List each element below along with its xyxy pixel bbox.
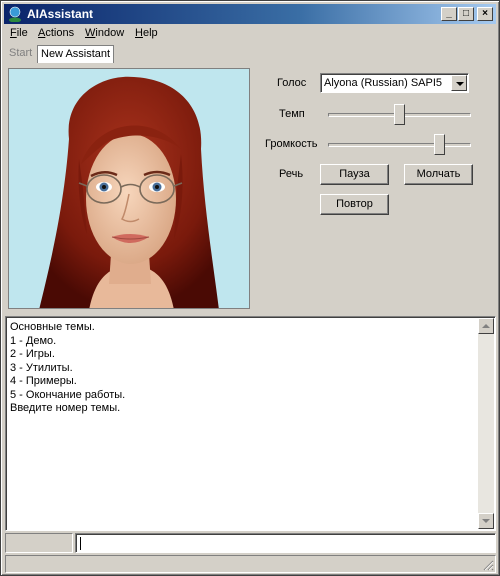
chevron-down-icon[interactable]	[451, 75, 467, 91]
close-icon: ×	[482, 8, 488, 19]
menu-bar: File Actions Window Help	[4, 25, 496, 43]
output-line: 4 - Примеры.	[10, 375, 77, 387]
title-bar[interactable]: AIAssistant _ □ ×	[4, 4, 496, 24]
scroll-down-icon[interactable]	[478, 513, 494, 529]
female-avatar-icon	[39, 76, 219, 308]
minimize-icon: _	[446, 8, 452, 19]
menu-file[interactable]: File	[10, 27, 28, 39]
avatar-panel	[8, 68, 250, 309]
rate-label: Темп	[279, 108, 305, 120]
menu-actions[interactable]: Actions	[38, 27, 74, 39]
volume-slider-track[interactable]	[328, 143, 471, 147]
output-text-area[interactable]: Основные темы. 1 - Демо. 2 - Игры. 3 - У…	[5, 316, 496, 531]
output-line: Введите номер темы.	[10, 402, 121, 414]
voice-select[interactable]: Alyona (Russian) SAPI5	[320, 73, 469, 93]
menu-help[interactable]: Help	[135, 27, 158, 39]
output-line: 2 - Игры.	[10, 348, 55, 360]
repeat-button[interactable]: Повтор	[320, 194, 389, 215]
mute-button[interactable]: Молчать	[404, 164, 473, 185]
input-status-panel	[5, 533, 73, 553]
output-lines: Основные темы. 1 - Демо. 2 - Игры. 3 - У…	[10, 321, 125, 416]
vertical-scrollbar[interactable]	[478, 318, 494, 529]
resize-grip-icon[interactable]	[482, 559, 494, 571]
rate-slider-thumb[interactable]	[394, 104, 405, 125]
output-line: 5 - Окончание работы.	[10, 388, 126, 401]
menu-window[interactable]: Window	[85, 27, 124, 39]
status-bar	[5, 555, 496, 573]
app-icon	[9, 6, 21, 22]
output-line: 3 - Утилиты.	[10, 361, 73, 374]
voice-label: Голос	[277, 77, 307, 89]
volume-label: Громкость	[265, 138, 318, 150]
maximize-icon: □	[462, 8, 470, 19]
volume-slider-thumb[interactable]	[433, 134, 445, 155]
window-title: AIAssistant	[27, 7, 94, 21]
voice-select-value: Alyona (Russian) SAPI5	[324, 77, 442, 89]
minimize-button[interactable]: _	[441, 7, 457, 21]
input-bar	[5, 533, 496, 553]
pause-button[interactable]: Пауза	[320, 164, 389, 185]
tab-new-assistant[interactable]: New Assistant	[37, 45, 115, 63]
output-line: Основные темы.	[10, 321, 95, 333]
app-window: AIAssistant _ □ × File Actions Window He…	[0, 0, 500, 576]
tab-strip: Start New Assistant	[4, 43, 496, 63]
output-line: 1 - Демо.	[10, 334, 57, 347]
maximize-button[interactable]: □	[458, 7, 474, 21]
scroll-up-icon[interactable]	[478, 318, 494, 334]
speech-label: Речь	[279, 168, 304, 180]
close-button[interactable]: ×	[477, 7, 493, 21]
tab-start[interactable]: Start	[6, 45, 35, 63]
command-input[interactable]	[75, 533, 496, 553]
text-caret	[80, 537, 81, 550]
voice-controls: Голос Alyona (Russian) SAPI5 Темп Громко…	[253, 68, 493, 309]
